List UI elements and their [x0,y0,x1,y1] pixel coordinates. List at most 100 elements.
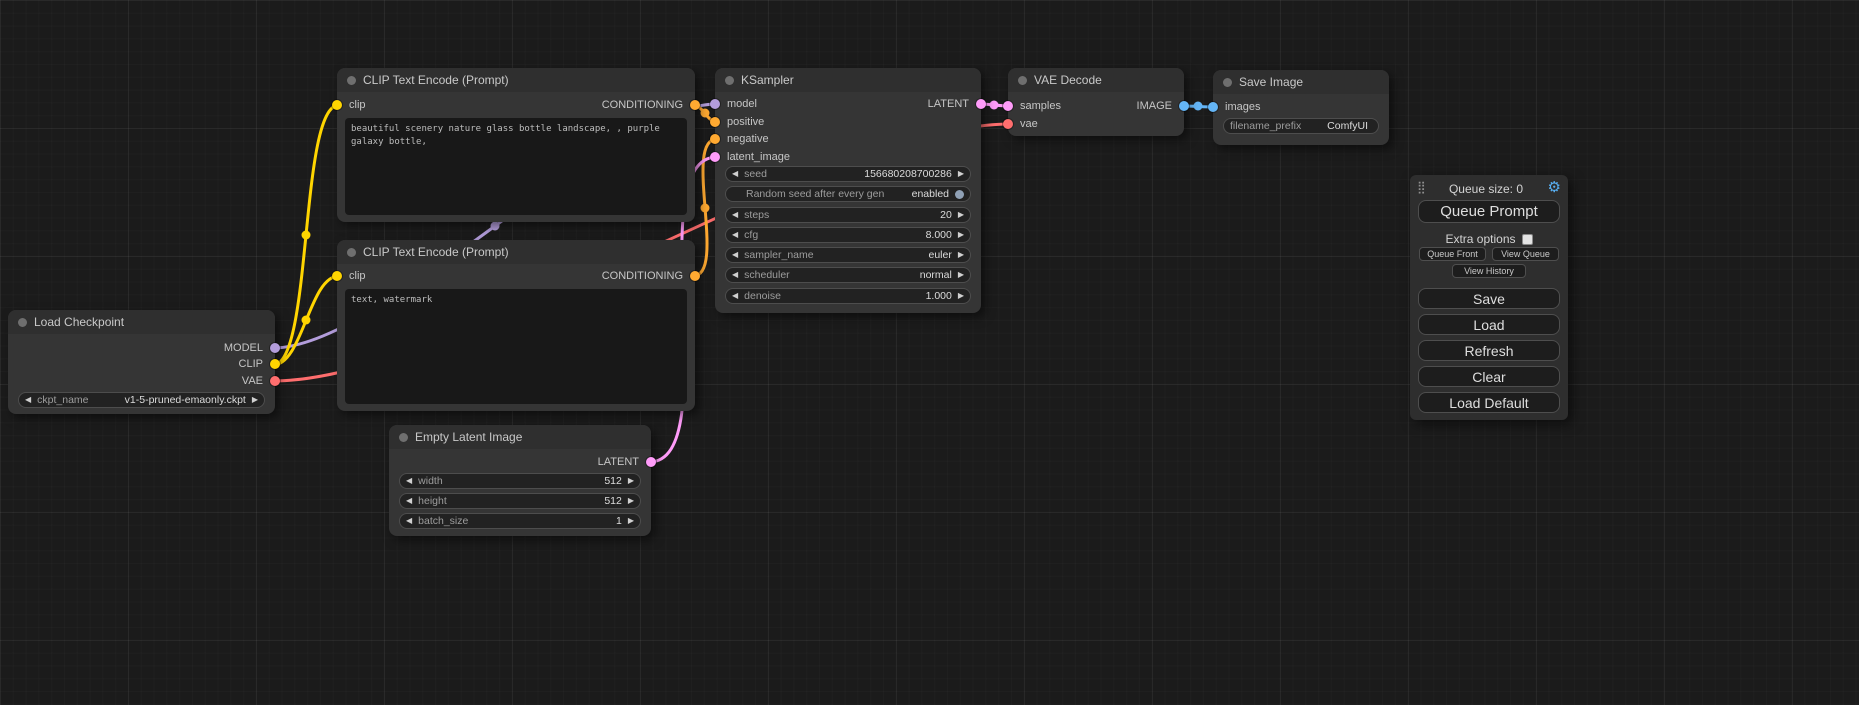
toggle-knob[interactable] [955,190,964,199]
slot-dot-clip[interactable] [332,271,342,281]
arrow-right-icon[interactable]: ▶ [628,517,634,525]
node-title-bar[interactable]: Load Checkpoint [8,310,275,334]
view-history-button[interactable]: View History [1452,264,1526,278]
node-title-bar[interactable]: Empty Latent Image [389,425,651,449]
slot-dot-conditioning[interactable] [690,100,700,110]
prompt-textarea[interactable]: beautiful scenery nature glass bottle la… [345,118,687,215]
menu-drag-handle-icon[interactable]: ⣿ [1417,180,1426,194]
slot-dot-negative[interactable] [710,134,720,144]
arrow-left-icon[interactable]: ◀ [732,271,738,279]
slot-dot-images[interactable] [1208,102,1218,112]
widget-batch-size[interactable]: ◀ batch_size 1 ▶ [399,513,641,529]
input-slot-images[interactable]: images [1208,99,1260,115]
prompt-textarea[interactable]: text, watermark [345,289,687,404]
extra-options-checkbox[interactable] [1522,234,1533,245]
arrow-left-icon[interactable]: ◀ [406,497,412,505]
refresh-button[interactable]: Refresh [1418,340,1560,361]
slot-dot-samples[interactable] [1003,101,1013,111]
widget-scheduler[interactable]: ◀ scheduler normal ▶ [725,267,971,283]
slot-dot-latent[interactable] [976,99,986,109]
node-save-image[interactable]: Save Image images filename_prefix ComfyU… [1213,70,1389,145]
arrow-left-icon[interactable]: ◀ [732,211,738,219]
slot-dot-image[interactable] [1179,101,1189,111]
arrow-left-icon[interactable]: ◀ [732,170,738,178]
output-slot-latent[interactable]: LATENT [598,454,656,470]
slot-dot-positive[interactable] [710,117,720,127]
save-button[interactable]: Save [1418,288,1560,309]
output-slot-latent[interactable]: LATENT [928,96,986,112]
settings-gear-icon[interactable]: ⚙ [1548,178,1561,196]
view-queue-button[interactable]: View Queue [1492,247,1559,261]
slot-dot-latent[interactable] [646,457,656,467]
node-title-bar[interactable]: VAE Decode [1008,68,1184,92]
slot-dot-model[interactable] [270,343,280,353]
arrow-right-icon[interactable]: ▶ [958,170,964,178]
load-button[interactable]: Load [1418,314,1560,335]
queue-front-button[interactable]: Queue Front [1419,247,1486,261]
node-clip-text-encode-positive[interactable]: CLIP Text Encode (Prompt) clip CONDITION… [337,68,695,222]
node-empty-latent-image[interactable]: Empty Latent Image LATENT ◀ width 512 ▶ … [389,425,651,536]
arrow-right-icon[interactable]: ▶ [958,292,964,300]
node-title-bar[interactable]: KSampler [715,68,981,92]
widget-width[interactable]: ◀ width 512 ▶ [399,473,641,489]
arrow-left-icon[interactable]: ◀ [732,292,738,300]
arrow-right-icon[interactable]: ▶ [958,211,964,219]
input-slot-positive[interactable]: positive [710,114,764,130]
arrow-left-icon[interactable]: ◀ [25,396,31,404]
arrow-right-icon[interactable]: ▶ [958,251,964,259]
slot-dot-clip[interactable] [332,100,342,110]
output-slot-vae[interactable]: VAE [242,373,280,389]
widget-height[interactable]: ◀ height 512 ▶ [399,493,641,509]
arrow-right-icon[interactable]: ▶ [958,231,964,239]
node-load-checkpoint[interactable]: Load Checkpoint MODEL CLIP VAE ◀ ckpt_na… [8,310,275,414]
arrow-left-icon[interactable]: ◀ [732,231,738,239]
widget-ckpt-name[interactable]: ◀ ckpt_name v1-5-pruned-emaonly.ckpt ▶ [18,392,265,408]
collapse-dot-icon[interactable] [1018,76,1027,85]
input-slot-samples[interactable]: samples [1003,98,1061,114]
arrow-left-icon[interactable]: ◀ [406,477,412,485]
input-slot-model[interactable]: model [710,96,757,112]
slot-dot-clip[interactable] [270,359,280,369]
widget-sampler-name[interactable]: ◀ sampler_name euler ▶ [725,247,971,263]
node-title-bar[interactable]: Save Image [1213,70,1389,94]
node-title-bar[interactable]: CLIP Text Encode (Prompt) [337,68,695,92]
widget-steps[interactable]: ◀ steps 20 ▶ [725,207,971,223]
slot-dot-vae[interactable] [1003,119,1013,129]
input-slot-clip[interactable]: clip [332,268,366,284]
node-clip-text-encode-negative[interactable]: CLIP Text Encode (Prompt) clip CONDITION… [337,240,695,411]
input-slot-clip[interactable]: clip [332,97,366,113]
output-slot-image[interactable]: IMAGE [1137,98,1189,114]
output-slot-conditioning[interactable]: CONDITIONING [602,268,700,284]
widget-random-seed[interactable]: Random seed after every gen enabled [725,186,971,202]
arrow-right-icon[interactable]: ▶ [252,396,258,404]
slot-dot-model[interactable] [710,99,720,109]
widget-filename-prefix[interactable]: filename_prefix ComfyUI [1223,118,1379,134]
node-vae-decode[interactable]: VAE Decode samples vae IMAGE [1008,68,1184,136]
node-title-bar[interactable]: CLIP Text Encode (Prompt) [337,240,695,264]
arrow-left-icon[interactable]: ◀ [732,251,738,259]
load-default-button[interactable]: Load Default [1418,392,1560,413]
queue-prompt-button[interactable]: Queue Prompt [1418,200,1560,223]
collapse-dot-icon[interactable] [399,433,408,442]
slot-dot-vae[interactable] [270,376,280,386]
collapse-dot-icon[interactable] [347,76,356,85]
input-slot-latent-image[interactable]: latent_image [710,149,790,165]
collapse-dot-icon[interactable] [1223,78,1232,87]
widget-cfg[interactable]: ◀ cfg 8.000 ▶ [725,227,971,243]
input-slot-negative[interactable]: negative [710,131,769,147]
collapse-dot-icon[interactable] [347,248,356,257]
collapse-dot-icon[interactable] [18,318,27,327]
arrow-right-icon[interactable]: ▶ [628,497,634,505]
collapse-dot-icon[interactable] [725,76,734,85]
widget-denoise[interactable]: ◀ denoise 1.000 ▶ [725,288,971,304]
widget-seed[interactable]: ◀ seed 156680208700286 ▶ [725,166,971,182]
slot-dot-conditioning[interactable] [690,271,700,281]
output-slot-clip[interactable]: CLIP [239,356,280,372]
arrow-right-icon[interactable]: ▶ [958,271,964,279]
output-slot-model[interactable]: MODEL [224,340,280,356]
input-slot-vae[interactable]: vae [1003,116,1038,132]
graph-canvas[interactable]: Load Checkpoint MODEL CLIP VAE ◀ ckpt_na… [0,0,1859,705]
slot-dot-latent-image[interactable] [710,152,720,162]
output-slot-conditioning[interactable]: CONDITIONING [602,97,700,113]
node-ksampler[interactable]: KSampler model positive negative latent_… [715,68,981,313]
